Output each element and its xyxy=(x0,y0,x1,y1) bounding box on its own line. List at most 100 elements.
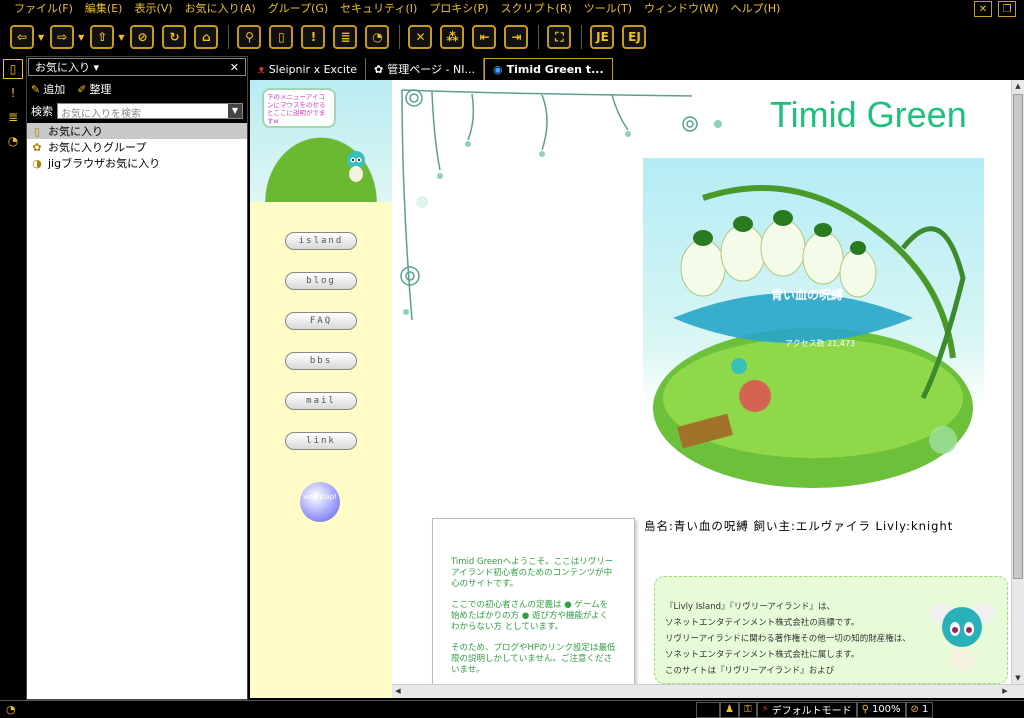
welcome-note: Timid Greenへようこそ。ここはリヴリーアイランド初心者のためのコンテン… xyxy=(432,518,635,684)
scroll-left-icon[interactable]: ◀ xyxy=(392,685,404,698)
close-left-icon[interactable]: ⇤ xyxy=(472,25,497,49)
nav-faq-button[interactable]: FAQ xyxy=(285,312,357,330)
search-icon[interactable]: ⚲ xyxy=(237,25,262,49)
favorites-panel: お気に入り ▾ ✕ ✎ 追加 ✐ 整理 検索 お気に入りを検索 ▼ ▯ お気に入り ✿ お… xyxy=(26,56,248,700)
livly-creature-icon xyxy=(347,151,365,182)
menu-script[interactable]: スクリプト(R) xyxy=(495,0,578,18)
vertical-scrollbar[interactable]: ▲ ▼ xyxy=(1011,80,1024,684)
menu-proxy[interactable]: プロキシ(P) xyxy=(423,0,494,18)
add-favorite-button[interactable]: ✎ 追加 xyxy=(31,81,65,97)
favorites-search-input[interactable]: お気に入りを検索 ▼ xyxy=(57,103,243,120)
note-paragraph: そのため、ブログやHPのリンク設定は最低限の説明しかしていません。ご注意ください… xyxy=(451,643,616,675)
forward-dropdown-icon[interactable]: ▼ xyxy=(78,33,84,42)
jig-icon: ◑ xyxy=(32,156,42,170)
menu-window[interactable]: ウィンドウ(W) xyxy=(638,0,724,18)
copyright-notice: 『Livly Island』『リヴリーアイランド』は、 ソネットエンタテインメン… xyxy=(654,576,1008,684)
menu-view[interactable]: 表示(V) xyxy=(128,0,178,18)
mode-selector[interactable]: ⚡ デフォルトモード xyxy=(756,701,857,718)
menu-security[interactable]: セキュリティ(I) xyxy=(334,0,423,18)
book-icon[interactable]: ▯ xyxy=(269,25,294,49)
browser-window: ファイル(F) 編集(E) 表示(V) お気に入り(A) グループ(G) セキュ… xyxy=(0,0,1024,718)
toolbar-separator xyxy=(399,25,401,49)
organize-icon: ✐ xyxy=(77,82,87,96)
up-icon[interactable]: ⇧ xyxy=(90,25,115,49)
favorites-panel-header: お気に入り ▾ ✕ xyxy=(28,58,246,76)
reload-icon[interactable]: ↻ xyxy=(162,25,187,49)
chevron-down-icon[interactable]: ▼ xyxy=(228,104,242,118)
feed-reader-icon[interactable]: ≣ xyxy=(333,25,358,49)
nav-link-button[interactable]: link xyxy=(285,432,357,450)
site-nav-column: 下のメニューアイコンにマウスをのせるとここに説明がでますw island blo… xyxy=(250,80,392,684)
nav-header-illustration: 下のメニューアイコンにマウスをのせるとここに説明がでますw xyxy=(250,80,392,202)
menu-help[interactable]: ヘルプ(H) xyxy=(725,0,787,18)
group-icon: ✿ xyxy=(32,140,42,154)
favorites-toolbar: ✎ 追加 ✐ 整理 xyxy=(27,77,247,101)
island-image[interactable]: 青い血の呪縛 アクセス数 21,473 xyxy=(643,158,984,493)
tab-admin-page[interactable]: ✿ 管理ページ - NI... xyxy=(366,58,484,80)
speech-bubble: 下のメニューアイコンにマウスをのせるとここに説明がでますw xyxy=(262,88,336,128)
up-dropdown-icon[interactable]: ▼ xyxy=(118,33,124,42)
script-icon: ⚡ xyxy=(761,704,769,715)
en-jp-icon[interactable]: EJ xyxy=(622,25,647,49)
list-item[interactable]: ▯ お気に入り xyxy=(27,123,247,139)
status-bar: ◔ ♟ ⚿ ⚡ デフォルトモード ⚲ 100% ⊘ 1 xyxy=(0,700,1024,718)
search-label: 検索 xyxy=(31,105,53,118)
stop-icon[interactable]: ⊘ xyxy=(130,25,155,49)
scroll-right-icon[interactable]: ▶ xyxy=(999,685,1011,698)
list-item[interactable]: ✿ お気に入りグループ xyxy=(27,139,247,155)
nav-bbs-button[interactable]: bbs xyxy=(285,352,357,370)
zoom-control[interactable]: ⚲ 100% xyxy=(856,701,906,718)
popup-counter[interactable]: ⊘ 1 xyxy=(905,701,934,718)
forward-icon[interactable]: ⇨ xyxy=(50,25,75,49)
web-clap-button[interactable]: web clap! xyxy=(300,482,340,522)
horizontal-scrollbar[interactable]: ◀ ▶ xyxy=(392,684,1024,698)
nav-column-bottom xyxy=(250,684,392,698)
note-paragraph: ここでの初心者さんの定義は ● ゲームを始めたばかりの方 ● 遊び方や機能がよく… xyxy=(451,600,609,632)
back-dropdown-icon[interactable]: ▼ xyxy=(38,33,44,42)
jp-en-icon[interactable]: JE xyxy=(590,25,615,49)
tab-bar: ᴥ Sleipnir x Excite ✿ 管理ページ - NI... ◉ Timid… xyxy=(250,56,1024,80)
scroll-down-icon[interactable]: ▼ xyxy=(1012,672,1024,684)
site-title: Timid Green xyxy=(770,94,967,135)
loading-icon: ◔ xyxy=(6,703,16,716)
nav-island-button[interactable]: island xyxy=(285,232,357,250)
close-all-icon[interactable]: ⁂ xyxy=(440,25,465,49)
scroll-up-icon[interactable]: ▲ xyxy=(1012,80,1024,92)
menu-tools[interactable]: ツール(T) xyxy=(578,0,638,18)
history-panel-icon[interactable]: ! xyxy=(3,83,23,103)
menu-edit[interactable]: 編集(E) xyxy=(79,0,129,18)
favorites-dropdown[interactable]: お気に入り ▾ xyxy=(35,59,99,75)
bookmark-icon[interactable]: ! xyxy=(301,25,326,49)
list-item[interactable]: ◑ jigブラウザお気に入り xyxy=(27,155,247,171)
user-icon[interactable]: ♟ xyxy=(720,701,739,718)
organize-favorites-button[interactable]: ✐ 整理 xyxy=(77,81,111,97)
menu-favorites[interactable]: お気に入り(A) xyxy=(179,0,262,18)
web-page: 下のメニューアイコンにマウスをのせるとここに説明がでますw island blo… xyxy=(250,80,1011,684)
fullscreen-icon[interactable]: ⛶ xyxy=(547,25,572,49)
lock-icon[interactable]: ⚿ xyxy=(738,701,757,718)
tab-sleipnir-excite[interactable]: ᴥ Sleipnir x Excite xyxy=(250,58,367,80)
scroll-thumb[interactable] xyxy=(1013,94,1023,579)
grass-hill xyxy=(250,120,392,202)
window-controls: ✕ ❐ xyxy=(974,1,1016,17)
menu-group[interactable]: グループ(G) xyxy=(262,0,334,18)
restore-window-icon[interactable]: ❐ xyxy=(998,1,1016,17)
close-tab-icon[interactable]: ✕ xyxy=(408,25,433,49)
favorites-panel-icon[interactable]: ▯ xyxy=(3,59,23,79)
rss-icon[interactable]: ◔ xyxy=(365,25,390,49)
home-icon[interactable]: ⌂ xyxy=(194,25,219,49)
chevron-down-icon: ▾ xyxy=(93,61,100,74)
menu-file[interactable]: ファイル(F) xyxy=(0,0,79,18)
close-right-icon[interactable]: ⇥ xyxy=(504,25,529,49)
tab-timid-green[interactable]: ◉ Timid Green t... xyxy=(483,58,613,80)
close-panel-icon[interactable]: ✕ xyxy=(230,61,239,74)
note-paragraph: Timid Greenへようこそ。ここはリヴリーアイランド初心者のためのコンテン… xyxy=(451,557,614,589)
close-window-icon[interactable]: ✕ xyxy=(974,1,992,17)
nav-mail-button[interactable]: mail xyxy=(285,392,357,410)
island-illustration xyxy=(653,185,973,488)
back-icon[interactable]: ⇦ xyxy=(10,25,34,49)
tree-panel-icon[interactable]: ≣ xyxy=(3,107,23,127)
add-icon: ✎ xyxy=(31,82,41,96)
feed-panel-icon[interactable]: ◔ xyxy=(3,131,23,151)
nav-blog-button[interactable]: blog xyxy=(285,272,357,290)
